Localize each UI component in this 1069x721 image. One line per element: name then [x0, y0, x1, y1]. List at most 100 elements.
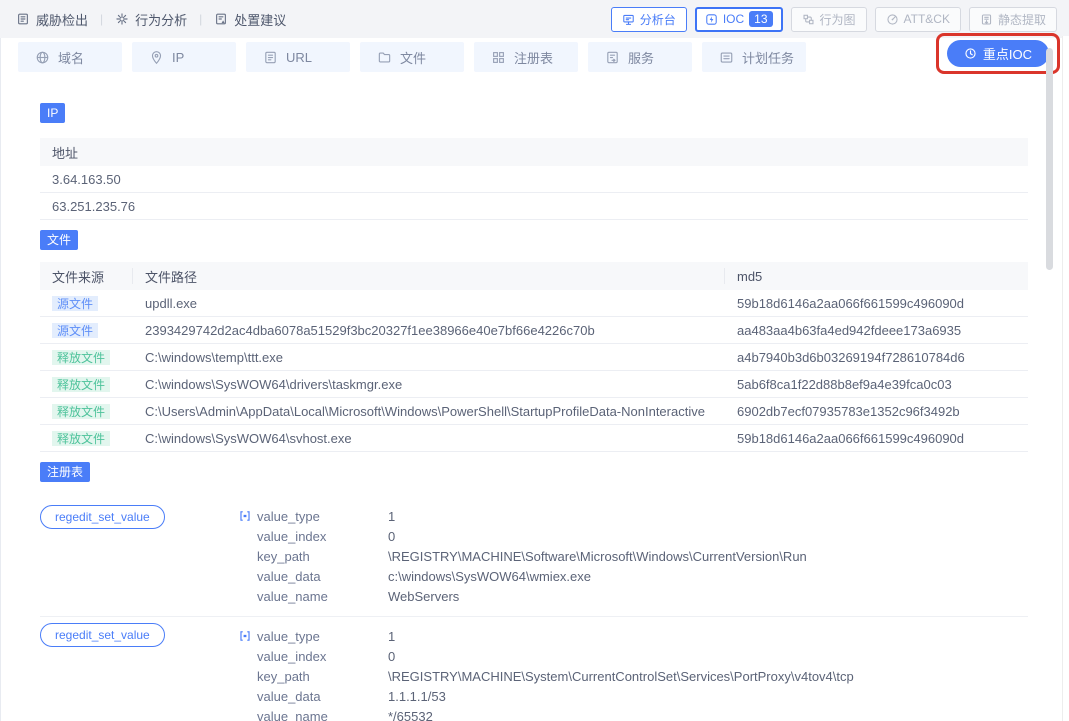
scrollbar-track[interactable] [1062, 36, 1069, 721]
tab-file[interactable]: 文件 [360, 42, 464, 72]
field-value: c:\windows\SysWOW64\wmiex.exe [388, 569, 591, 584]
threat-report-icon [16, 12, 30, 26]
field-key: value_index [257, 649, 388, 664]
file-row: 源文件 2393429742d2ac4dba6078a51529f3bc2032… [40, 317, 1028, 344]
registry-entry: regedit_set_value value_type 1 value_ind… [40, 617, 1028, 721]
field-key: value_name [257, 589, 388, 604]
ip-section-badge: IP [40, 103, 65, 123]
column-header: md5 [725, 269, 1028, 284]
ip-address: 63.251.235.76 [40, 199, 1028, 214]
field-value: */65532 [388, 709, 433, 721]
registry-action-button[interactable]: regedit_set_value [40, 505, 165, 529]
key-ioc-annotation-box: 重点IOC [936, 33, 1060, 74]
registry-fields: value_type 1 value_index 0 key_path \REG… [238, 626, 1028, 721]
key-ioc-button[interactable]: 重点IOC [947, 40, 1049, 67]
behavior-graph-button[interactable]: 行为图 [791, 7, 867, 32]
file-source-badge: 释放文件 [52, 404, 110, 419]
file-path: updll.exe [133, 296, 725, 311]
field-key: value_type [257, 509, 388, 524]
field-value: 1.1.1.1/53 [388, 689, 446, 704]
tab-scheduled-task[interactable]: 计划任务 [702, 42, 806, 72]
ioc-button[interactable]: IOC 13 [695, 7, 783, 32]
file-row: 释放文件 C:\windows\SysWOW64\drivers\taskmgr… [40, 371, 1028, 398]
tab-registry[interactable]: 注册表 [474, 42, 578, 72]
field-key: key_path [257, 669, 388, 684]
file-row: 源文件 updll.exe 59b18d6146a2aa066f661599c4… [40, 290, 1028, 317]
file-md5: a4b7940b3d6b03269194f728610784d6 [725, 350, 1028, 365]
file-source-badge: 释放文件 [52, 377, 110, 392]
registry-section: 注册表 regedit_set_value value_type 1 value… [40, 462, 1028, 721]
tab-label: IP [172, 50, 184, 65]
field-value: 1 [388, 509, 395, 524]
ioc-count-badge: 13 [749, 11, 772, 27]
file-source-badge: 释放文件 [52, 431, 110, 446]
attack-button[interactable]: ATT&CK [875, 7, 961, 32]
field-value: \REGISTRY\MACHINE\Software\Microsoft\Win… [388, 549, 807, 564]
divider: | [199, 12, 202, 26]
nav-behavior-analysis[interactable]: 行为分析 [115, 10, 187, 29]
button-label: 分析台 [640, 11, 676, 28]
field-value: 0 [388, 649, 395, 664]
tab-label: 域名 [58, 48, 84, 67]
console-icon [622, 13, 635, 26]
domain-icon [35, 50, 50, 65]
static-extract-button[interactable]: 静态提取 [969, 7, 1057, 32]
nav-label: 行为分析 [135, 10, 187, 29]
file-table: 文件来源 文件路径 md5 源文件 updll.exe 59b18d6146a2… [40, 262, 1028, 452]
ip-row: 3.64.163.50 [40, 166, 1028, 193]
clock-icon [964, 47, 977, 60]
attack-icon [886, 13, 899, 26]
file-md5: aa483aa4b63fa4ed942fdeee173a6935 [725, 323, 1028, 338]
file-source-badge: 释放文件 [52, 350, 110, 365]
tab-label: 文件 [400, 48, 426, 67]
tab-service[interactable]: 服务 [588, 42, 692, 72]
scrollbar-thumb[interactable] [1046, 48, 1053, 270]
file-row: 释放文件 C:\Users\Admin\AppData\Local\Micros… [40, 398, 1028, 425]
file-path: 2393429742d2ac4dba6078a51529f3bc20327f1e… [133, 323, 725, 338]
column-header: 文件路径 [133, 268, 725, 284]
expand-json-icon[interactable] [238, 629, 257, 643]
file-source-badge: 源文件 [52, 323, 98, 338]
tab-label: 计划任务 [742, 48, 794, 67]
column-header: 文件来源 [40, 268, 133, 284]
field-key: value_data [257, 689, 388, 704]
file-row: 释放文件 C:\windows\SysWOW64\svhost.exe 59b1… [40, 425, 1028, 452]
folder-icon [377, 50, 392, 65]
file-md5: 5ab6f8ca1f22d88b8ef9a4e39fca0c03 [725, 377, 1028, 392]
divider: | [100, 12, 103, 26]
registry-field-row: value_index 0 [238, 526, 1028, 546]
button-label: ATT&CK [904, 12, 950, 26]
file-table-header: 文件来源 文件路径 md5 [40, 262, 1028, 290]
nav-threat-detection[interactable]: 威胁检出 [16, 10, 88, 29]
ip-pin-icon [149, 50, 164, 65]
registry-action-button[interactable]: regedit_set_value [40, 623, 165, 647]
behavior-analysis-icon [115, 12, 129, 26]
file-source-badge: 源文件 [52, 296, 98, 311]
tab-domain[interactable]: 域名 [18, 42, 122, 72]
tab-url[interactable]: URL [246, 42, 350, 72]
tab-ip[interactable]: IP [132, 42, 236, 72]
toolbar-nav: 威胁检出 | 行为分析 | 处置建议 [16, 10, 286, 29]
file-row: 释放文件 C:\windows\temp\ttt.exe a4b7940b3d6… [40, 344, 1028, 371]
tab-label: 注册表 [514, 48, 553, 67]
expand-json-icon[interactable] [238, 509, 257, 523]
field-value: \REGISTRY\MACHINE\System\CurrentControlS… [388, 669, 854, 684]
file-md5: 59b18d6146a2aa066f661599c496090d [725, 431, 1028, 446]
registry-grid-icon [491, 50, 506, 65]
registry-entry: regedit_set_value value_type 1 value_ind… [40, 499, 1028, 617]
field-value: 0 [388, 529, 395, 544]
analysis-console-button[interactable]: 分析台 [611, 7, 687, 32]
registry-fields: value_type 1 value_index 0 key_path \REG… [238, 506, 1028, 606]
url-doc-icon [263, 50, 278, 65]
file-path: C:\windows\SysWOW64\drivers\taskmgr.exe [133, 377, 725, 392]
tab-label: 服务 [628, 48, 654, 67]
column-header: 地址 [40, 143, 1028, 162]
toolbar-actions: 分析台 IOC 13 行为图 ATT&CK [611, 7, 1057, 32]
top-toolbar: 威胁检出 | 行为分析 | 处置建议 分析台 [0, 0, 1069, 38]
ioc-analysis-screen: 威胁检出 | 行为分析 | 处置建议 分析台 [0, 0, 1069, 721]
registry-field-row: value_name */65532 [238, 706, 1028, 721]
nav-label: 威胁检出 [36, 10, 88, 29]
registry-field-row: value_index 0 [238, 646, 1028, 666]
nav-disposal-advice[interactable]: 处置建议 [214, 10, 286, 29]
file-md5: 6902db7ecf07935783e1352c96f3492b [725, 404, 1028, 419]
